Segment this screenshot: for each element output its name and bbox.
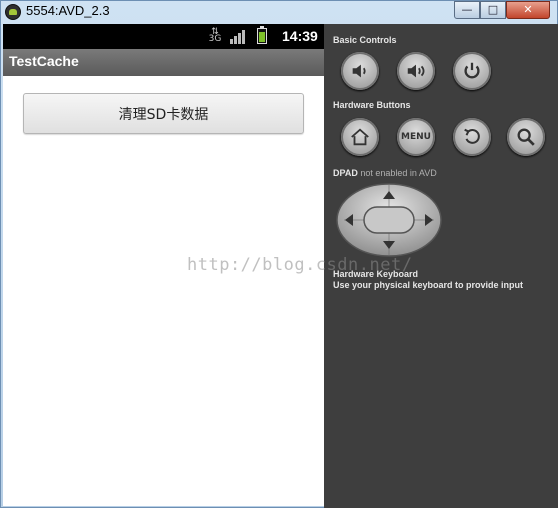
dpad-label: DPAD not enabled in AVD [333, 168, 437, 178]
keyboard-note: Use your physical keyboard to provide in… [333, 280, 524, 290]
status-time: 14:39 [282, 28, 318, 44]
clear-sd-cache-button[interactable]: 清理SD卡数据 [23, 93, 304, 134]
signal-icon [230, 30, 246, 44]
app-title: TestCache [9, 53, 79, 69]
device-screen: ⇅ 3G 14:39 TestCache 清理SD卡数据 [3, 24, 324, 506]
status-bar: ⇅ 3G 14:39 [3, 24, 324, 49]
back-icon[interactable] [453, 118, 491, 156]
search-icon[interactable] [507, 118, 545, 156]
emulator-controls-panel: Basic Controls Hardware Buttons MENU DPA… [324, 24, 558, 508]
dpad-note: not enabled in AVD [360, 168, 437, 178]
data-transfer-icon: ⇅ 3G [208, 27, 222, 44]
emulator-window: 5554:AVD_2.3 — □ ✕ ⇅ 3G 14:39 TestCache 清… [0, 0, 558, 508]
app-title-bar: TestCache [3, 49, 324, 76]
keyboard-label: Hardware Keyboard [333, 269, 419, 279]
dpad-control[interactable] [336, 183, 442, 257]
window-title: 5554:AVD_2.3 [26, 3, 110, 18]
menu-label: MENU [401, 132, 431, 142]
volume-up-icon[interactable] [397, 52, 435, 90]
basic-controls-label: Basic Controls [333, 35, 397, 45]
close-button[interactable]: ✕ [506, 1, 550, 19]
battery-icon [257, 26, 267, 44]
home-icon[interactable] [341, 118, 379, 156]
maximize-button[interactable]: □ [480, 1, 506, 19]
minimize-button[interactable]: — [454, 1, 480, 19]
dpad-title: DPAD [333, 168, 358, 178]
android-icon [5, 4, 21, 20]
title-bar[interactable]: 5554:AVD_2.3 — □ ✕ [1, 1, 558, 23]
hardware-buttons-label: Hardware Buttons [333, 100, 411, 110]
power-icon[interactable] [453, 52, 491, 90]
menu-button[interactable]: MENU [397, 118, 435, 156]
volume-down-icon[interactable] [341, 52, 379, 90]
